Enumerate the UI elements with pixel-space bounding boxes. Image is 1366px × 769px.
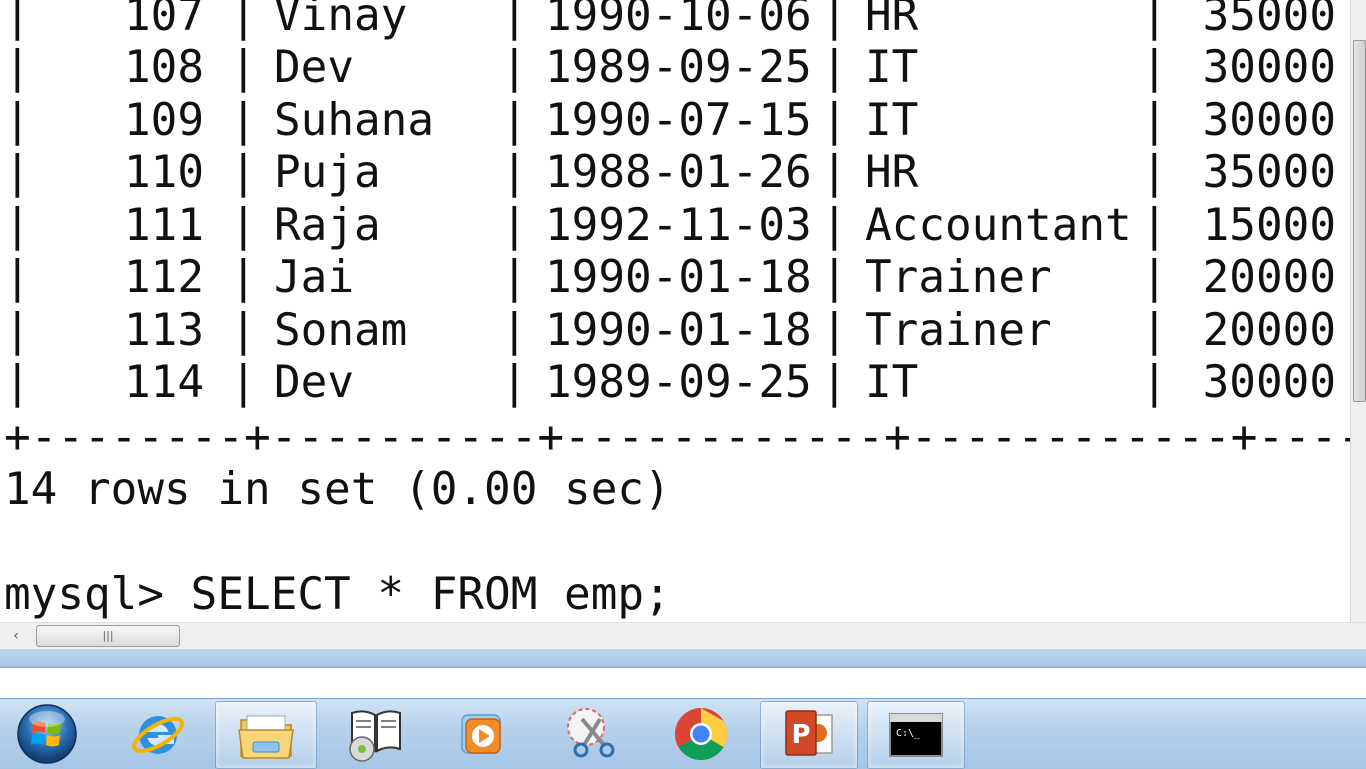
command-prompt-line[interactable]: mysql> SELECT * FROM emp; [4, 569, 671, 621]
taskbar-internet-explorer[interactable] [110, 701, 206, 767]
table-row: | 109 | Suhana | 1990-07-15 | IT | 30000 [4, 95, 1336, 146]
svg-text:P: P [791, 720, 810, 750]
taskbar-file-explorer[interactable] [215, 701, 317, 769]
table-row: | 114 | Dev | 1989-09-25 | IT | 30000 [4, 357, 1336, 408]
command-prompt-icon: C:\_ [888, 712, 944, 758]
desktop-gap [0, 668, 1366, 698]
cell-name: Vinay [274, 0, 408, 41]
cell-dob: 1990-10-06 [545, 0, 812, 41]
cell-name: Jai [274, 252, 355, 303]
cell-name: Suhana [274, 95, 435, 146]
powerpoint-icon: P [780, 707, 838, 763]
cell-salary: 15000 [1202, 200, 1336, 251]
cell-salary: 35000 [1202, 147, 1336, 198]
cell-id: 108 [123, 42, 204, 93]
cell-id: 109 [123, 95, 204, 146]
cell-salary: 30000 [1202, 357, 1336, 408]
table-row: | 107 | Vinay | 1990-10-06 | HR | 35000 [4, 0, 1336, 42]
taskbar: P C:\_ [0, 698, 1366, 769]
cell-dept: IT [865, 95, 919, 146]
start-button[interactable] [14, 702, 80, 766]
cell-dept: IT [865, 42, 919, 93]
cell-name: Dev [274, 357, 355, 408]
table-row: | 113 | Sonam | 1990-01-18 | Trainer | 20000 [4, 305, 1336, 356]
cell-dob: 1990-07-15 [545, 95, 812, 146]
vertical-scrollbar[interactable] [1350, 0, 1366, 622]
scroll-left-arrow-icon[interactable]: ‹ [4, 627, 28, 645]
cell-salary: 30000 [1202, 42, 1336, 93]
table-row: | 112 | Jai | 1990-01-18 | Trainer | 20000 [4, 252, 1336, 303]
table-row: | 108 | Dev | 1989-09-25 | IT | 30000 [4, 42, 1336, 93]
cell-id: 110 [123, 147, 204, 198]
taskbar-powerpoint[interactable]: P [760, 701, 858, 769]
cell-id: 114 [123, 357, 204, 408]
cell-id: 107 [123, 0, 204, 41]
cell-id: 113 [123, 305, 204, 356]
cell-dob: 1988-01-26 [545, 147, 812, 198]
vertical-scroll-thumb[interactable] [1353, 40, 1366, 402]
cell-dob: 1989-09-25 [545, 42, 812, 93]
console-output[interactable]: | 107 | Vinay | 1990-10-06 | HR | 35000 | 108 | Dev |… [0, 0, 1366, 622]
horizontal-scrollbar[interactable]: ‹ ||| [0, 622, 1366, 650]
taskbar-chrome[interactable] [653, 701, 749, 767]
table-row: | 110 | Puja | 1988-01-26 | HR | 35000 [4, 147, 1336, 198]
taskbar-snipping-tool[interactable] [545, 701, 641, 767]
media-player-icon [454, 707, 508, 761]
window-frame-bottom [0, 649, 1366, 668]
cell-dept: IT [865, 357, 919, 408]
file-explorer-icon [237, 708, 295, 762]
cell-dept: HR [865, 147, 919, 198]
internet-explorer-icon [129, 705, 187, 763]
taskbar-media-player[interactable] [433, 701, 529, 767]
cell-salary: 30000 [1202, 95, 1336, 146]
cell-dob: 1989-09-25 [545, 357, 812, 408]
svg-text:C:\_: C:\_ [896, 728, 921, 739]
cell-dept: Trainer [865, 252, 1052, 303]
query-summary: 14 rows in set (0.00 sec) [4, 464, 671, 515]
cell-dob: 1992-11-03 [545, 200, 812, 251]
cell-dept: HR [865, 0, 919, 41]
cell-id: 111 [123, 200, 204, 251]
cell-name: Sonam [274, 305, 408, 356]
cell-name: Puja [274, 147, 381, 198]
book-cd-app-icon [346, 705, 406, 763]
cell-salary: 20000 [1202, 305, 1336, 356]
cell-dept: Trainer [865, 305, 1052, 356]
cell-salary: 20000 [1202, 252, 1336, 303]
windows-start-icon [16, 703, 78, 765]
cell-salary: 35000 [1202, 0, 1336, 41]
snipping-tool-icon [564, 705, 622, 763]
horizontal-scroll-thumb[interactable]: ||| [36, 625, 180, 647]
cell-dob: 1990-01-18 [545, 305, 812, 356]
taskbar-command-prompt[interactable]: C:\_ [867, 701, 965, 769]
taskbar-book-cd-app[interactable] [328, 701, 424, 767]
cell-name: Raja [274, 200, 381, 251]
cell-dob: 1990-01-18 [545, 252, 812, 303]
cell-id: 112 [123, 252, 204, 303]
table-row: | 111 | Raja | 1992-11-03 | Accountant | 15000 [4, 200, 1336, 251]
table-separator: +--------+----------+------------+------… [4, 412, 1366, 463]
cell-dept: Accountant [865, 200, 1132, 251]
cell-name: Dev [274, 42, 355, 93]
chrome-icon [673, 706, 729, 762]
